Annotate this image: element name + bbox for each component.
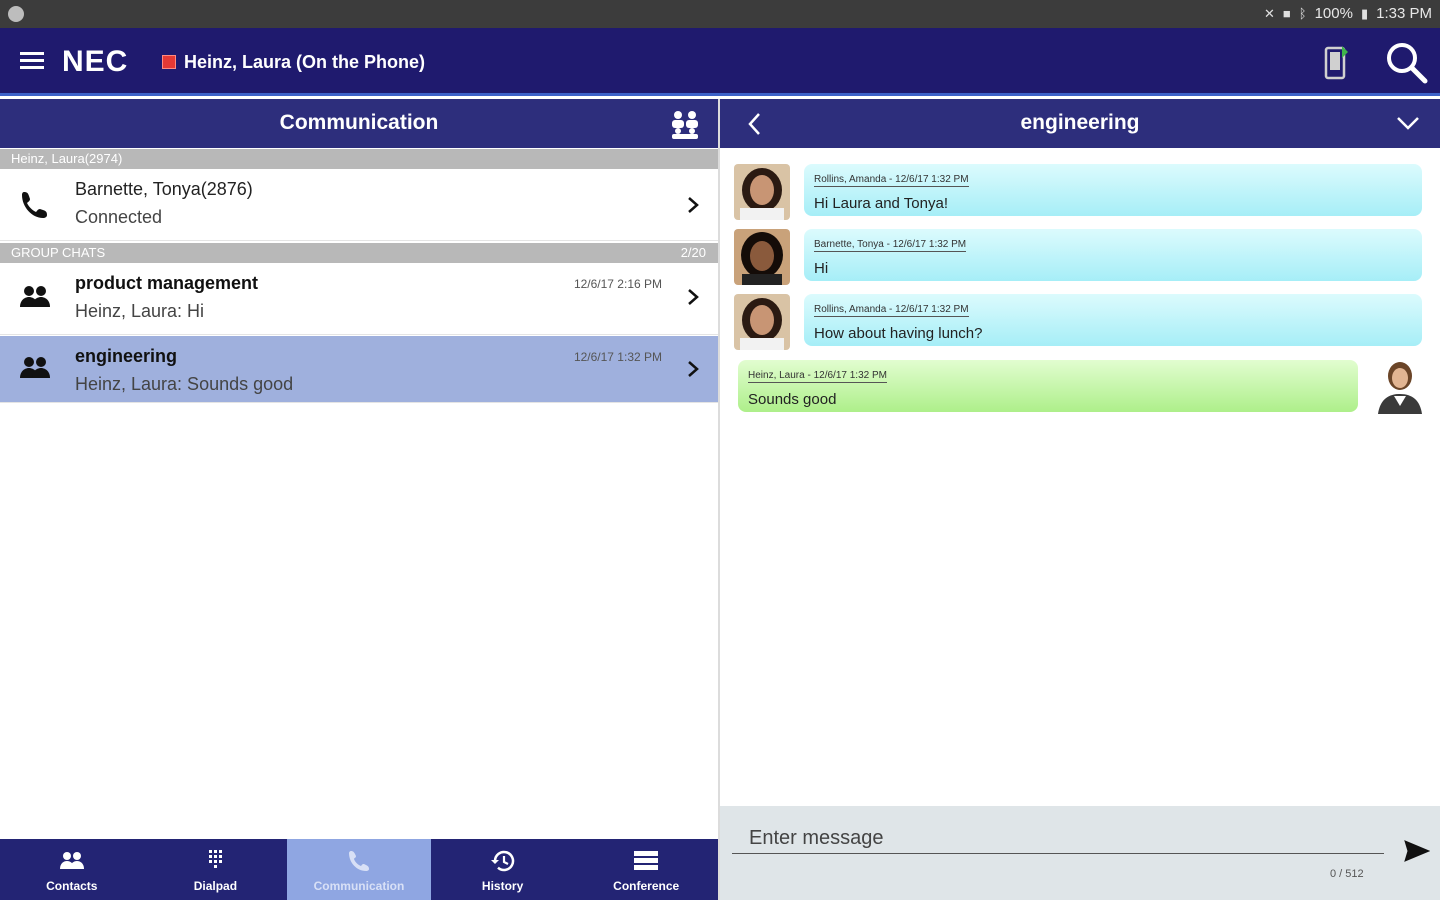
chevron-right-icon bbox=[688, 197, 699, 213]
chat-title: engineering bbox=[1020, 111, 1140, 134]
presence-status-indicator bbox=[162, 55, 176, 69]
tab-label: Communication bbox=[313, 879, 405, 893]
chevron-right-icon bbox=[688, 289, 699, 305]
bluetooth-icon: ᛒ bbox=[1298, 6, 1307, 21]
group-icon bbox=[20, 357, 50, 378]
group-chats-label: GROUP CHATS bbox=[11, 245, 106, 260]
message-text: How about having lunch? bbox=[814, 325, 983, 342]
message-text: Hi bbox=[814, 260, 829, 277]
phone-icon bbox=[348, 851, 369, 871]
message-meta: Rollins, Amanda - 12/6/17 1:32 PM bbox=[814, 174, 969, 187]
avatar-barnette-tonya bbox=[734, 229, 790, 285]
user-presence-status[interactable]: Heinz, Laura (On the Phone) bbox=[184, 52, 425, 73]
group-chat-row-product-management[interactable]: product management Heinz, Laura: Hi 12/6… bbox=[0, 263, 718, 335]
message-composer: 0 / 512 bbox=[720, 806, 1440, 900]
group-chat-name: product management bbox=[75, 273, 259, 293]
group-chat-name: engineering bbox=[75, 346, 178, 366]
contacts-icon bbox=[59, 852, 84, 869]
tab-label: History bbox=[481, 879, 524, 893]
tab-dialpad[interactable]: Dialpad bbox=[144, 839, 288, 900]
call-state: Connected bbox=[75, 207, 163, 227]
group-chat-last-message: Heinz, Laura: Hi bbox=[75, 301, 205, 321]
group-chat-time: 12/6/17 2:16 PM bbox=[573, 277, 662, 291]
group-icon bbox=[20, 286, 50, 307]
tab-communication[interactable]: Communication bbox=[287, 839, 431, 900]
app-bar: NEC Heinz, Laura (On the Phone) bbox=[0, 28, 1440, 96]
mute-icon: ✕ bbox=[1264, 5, 1275, 21]
message-bubble-outgoing: Heinz, Laura - 12/6/17 1:32 PM Sounds go… bbox=[738, 360, 1358, 412]
message-bubble-incoming: Barnette, Tonya - 12/6/17 1:32 PM Hi bbox=[804, 229, 1422, 281]
avatar-rollins-amanda bbox=[734, 294, 790, 350]
chevron-down-icon[interactable] bbox=[1396, 115, 1420, 131]
group-chat-time: 12/6/17 1:32 PM bbox=[573, 350, 662, 364]
tab-contacts[interactable]: Contacts bbox=[0, 839, 144, 900]
communication-header: Communication bbox=[0, 99, 718, 148]
history-icon bbox=[490, 850, 514, 872]
tab-label: Conference bbox=[613, 879, 680, 893]
message-bubble-incoming: Rollins, Amanda - 12/6/17 1:32 PM How ab… bbox=[804, 294, 1422, 346]
bottom-tab-bar: Contacts Dialpad Communication History C… bbox=[0, 839, 718, 900]
panel-title: Communication bbox=[279, 111, 439, 134]
group-chats-count: 2/20 bbox=[680, 245, 706, 260]
tab-label: Dialpad bbox=[193, 879, 238, 893]
message-meta: Rollins, Amanda - 12/6/17 1:32 PM bbox=[814, 304, 969, 317]
notification-icon bbox=[8, 6, 24, 22]
clock: 1:33 PM bbox=[1376, 5, 1432, 22]
send-icon[interactable] bbox=[1404, 839, 1430, 863]
tab-conference[interactable]: Conference bbox=[574, 839, 718, 900]
phone-icon bbox=[22, 192, 47, 218]
nec-logo: NEC bbox=[62, 45, 129, 78]
tab-history[interactable]: History bbox=[431, 839, 575, 900]
tab-label: Contacts bbox=[46, 879, 98, 893]
new-group-chat-icon[interactable] bbox=[668, 107, 702, 141]
status-icons: ✕ ■ ᛒ 100% ▮ 1:33 PM bbox=[1264, 5, 1432, 22]
softphone-icon[interactable] bbox=[1324, 44, 1350, 80]
group-chats-section-header: GROUP CHATS 2/20 bbox=[0, 243, 718, 263]
group-chat-last-message: Heinz, Laura: Sounds good bbox=[75, 374, 294, 394]
message-bubble-incoming: Rollins, Amanda - 12/6/17 1:32 PM Hi Lau… bbox=[804, 164, 1422, 216]
character-count: 0 / 512 bbox=[1330, 868, 1364, 880]
avatar-rollins-amanda bbox=[734, 164, 790, 220]
system-status-bar: ✕ ■ ᛒ 100% ▮ 1:33 PM bbox=[0, 0, 1440, 28]
battery-icon: ▮ bbox=[1360, 5, 1369, 21]
active-call-row[interactable]: Barnette, Tonya(2876) Connected bbox=[0, 169, 718, 241]
group-chat-row-engineering[interactable]: engineering Heinz, Laura: Sounds good 12… bbox=[0, 336, 718, 403]
chat-panel: engineering Rollins, Amanda - 12/6/17 1:… bbox=[720, 99, 1440, 900]
chevron-right-icon bbox=[688, 361, 699, 377]
search-icon[interactable] bbox=[1384, 40, 1428, 84]
avatar-heinz-laura bbox=[1372, 358, 1428, 414]
menu-icon[interactable] bbox=[20, 52, 44, 70]
message-text: Hi Laura and Tonya! bbox=[814, 195, 948, 212]
message-text: Sounds good bbox=[748, 391, 837, 408]
message-input[interactable] bbox=[732, 824, 1384, 854]
alarm-icon: ■ bbox=[1282, 6, 1291, 21]
battery-level: 100% bbox=[1314, 5, 1353, 22]
message-meta: Heinz, Laura - 12/6/17 1:32 PM bbox=[748, 370, 887, 383]
dialpad-icon bbox=[209, 850, 223, 868]
current-call-section-header: Heinz, Laura(2974) bbox=[0, 149, 718, 169]
call-party-name: Barnette, Tonya(2876) bbox=[75, 179, 253, 199]
message-meta: Barnette, Tonya - 12/6/17 1:32 PM bbox=[814, 239, 967, 252]
chat-header: engineering bbox=[720, 99, 1440, 148]
conference-icon bbox=[634, 851, 659, 870]
communication-panel: Communication Heinz, Laura(2974) Barnett… bbox=[0, 99, 718, 839]
